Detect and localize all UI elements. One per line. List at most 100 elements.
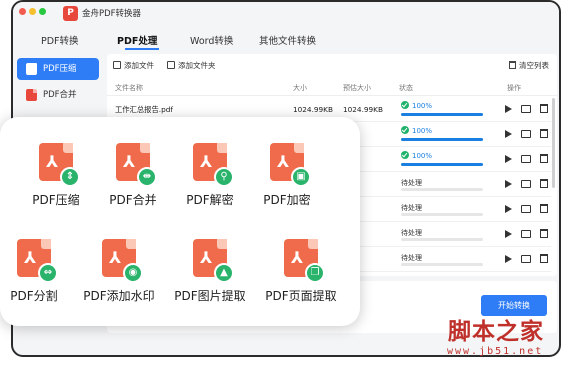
progress-fill [401,138,483,141]
play-icon [505,255,512,263]
delete-button[interactable] [539,254,549,264]
header-operations: 操作 [507,84,521,92]
progress-bar [401,163,483,166]
header-size: 大小 [293,84,307,92]
add-folder-icon [167,61,175,69]
list-scrollbar[interactable] [552,98,555,188]
header-est-size: 预估大小 [343,84,371,92]
progress-bar [401,188,483,191]
tool-pdf-split[interactable]: ⅄ ⇔ PDF分割 [0,239,74,304]
status-pending: 待处理 [401,229,422,237]
play-button[interactable] [503,229,513,239]
tab-other-convert[interactable]: 其他文件转换 [259,33,316,47]
play-button[interactable] [503,104,513,114]
open-folder-button[interactable] [521,229,531,239]
delete-button[interactable] [539,129,549,139]
header-file-name: 文件名称 [115,84,143,92]
folder-icon [521,205,531,213]
play-icon [505,205,512,213]
progress-fill [401,163,483,166]
progress-bar [401,213,483,216]
trash-icon [509,61,516,69]
tool-label: PDF添加水印 [83,289,155,303]
progress-fill [401,113,483,116]
play-button[interactable] [503,204,513,214]
check-circle-icon [401,151,409,159]
status-text: 100% [412,102,433,110]
open-folder-button[interactable] [521,154,531,164]
trash-icon [540,204,548,213]
pdf-file-icon: ⅄ ▲ [193,239,234,283]
sidebar-item-pdf-merge[interactable]: PDF合并 [17,84,99,106]
folder-icon [521,155,531,163]
add-file-icon [113,61,121,69]
close-window-button[interactable] [19,8,26,15]
tool-pdf-encrypt[interactable]: ⅄ ▣ PDF加密 [247,143,327,208]
pdf-file-icon: ⅄ ❐ [284,239,325,283]
status-complete: 100% [401,101,432,110]
tool-pdf-page-extract[interactable]: ⅄ ❐ PDF页面提取 [261,239,341,304]
tool-pdf-decrypt[interactable]: ⅄ ⚲ PDF解密 [170,143,250,208]
minimize-window-button[interactable] [29,8,36,15]
play-button[interactable] [503,154,513,164]
tool-label: PDF图片提取 [174,289,246,303]
status-pending: 待处理 [401,179,422,187]
tab-pdf-process[interactable]: PDF处理 [117,33,157,47]
app-title: 金舟PDF转换器 [82,9,142,19]
open-folder-button[interactable] [521,179,531,189]
add-file-button[interactable]: 添加文件 [113,60,154,71]
play-icon [505,130,512,138]
pages-icon: ❐ [305,263,325,283]
split-icon: ⇔ [38,263,58,283]
tool-pdf-merge[interactable]: ⅄ ⇹ PDF合并 [93,143,173,208]
pdf-file-icon: ⅄ ◉ [102,239,143,283]
delete-button[interactable] [539,204,549,214]
tool-pdf-watermark[interactable]: ⅄ ◉ PDF添加水印 [79,239,159,304]
pdf-file-icon: ⅄ ▣ [270,143,311,187]
file-size: 1024.99KB [293,105,333,114]
trash-icon [540,154,548,163]
open-folder-button[interactable] [521,204,531,214]
clear-list-button[interactable]: 清空列表 [509,60,549,71]
tool-label: PDF合并 [109,193,157,207]
play-icon [505,230,512,238]
tab-word-convert[interactable]: Word转换 [190,33,233,47]
check-circle-icon [401,101,409,109]
status-pending: 待处理 [401,254,422,262]
delete-button[interactable] [539,154,549,164]
folder-icon [521,130,531,138]
trash-icon [540,254,548,263]
delete-button[interactable] [539,179,549,189]
open-folder-button[interactable] [521,104,531,114]
play-button[interactable] [503,254,513,264]
maximize-window-button[interactable] [39,8,46,15]
folder-icon [521,230,531,238]
play-icon [505,180,512,188]
table-header: 文件名称 大小 预估大小 状态 操作 [107,80,557,96]
open-folder-button[interactable] [521,129,531,139]
open-folder-button[interactable] [521,254,531,264]
sidebar-item-pdf-compress[interactable]: PDF压缩 [17,58,99,80]
est-size: 1024.99KB [343,105,383,114]
tab-pdf-convert[interactable]: PDF转换 [41,33,79,47]
progress-bar [401,138,483,141]
file-name: 工作汇总报告.pdf [115,105,173,114]
watermark-text: 脚本之家 [448,318,544,345]
key-icon: ⚲ [214,167,234,187]
tool-label: PDF压缩 [32,193,80,207]
delete-button[interactable] [539,229,549,239]
tool-label: PDF加密 [263,193,311,207]
delete-button[interactable] [539,104,549,114]
trash-icon [540,229,548,238]
add-folder-button[interactable]: 添加文件夹 [167,60,216,71]
progress-bar [401,263,483,266]
play-button[interactable] [503,129,513,139]
tool-pdf-compress[interactable]: ⅄ ⇕ PDF压缩 [16,143,96,208]
tool-pdf-image-extract[interactable]: ⅄ ▲ PDF图片提取 [170,239,250,304]
play-button[interactable] [503,179,513,189]
water-drop-icon: ◉ [123,263,143,283]
add-folder-label: 添加文件夹 [178,61,216,70]
active-tab-indicator [125,48,159,50]
play-icon [505,155,512,163]
status-text: 100% [412,152,433,160]
